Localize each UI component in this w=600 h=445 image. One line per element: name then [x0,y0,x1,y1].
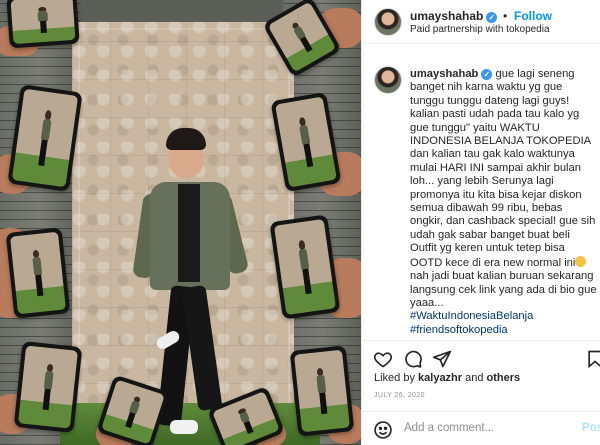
post-date[interactable]: JULY 26, 2020 [374,392,425,399]
post-side-panel: umayshahab ✓ • Follow Paid partnership wi… [361,0,600,445]
comment-input[interactable]: Add a comment... [404,422,494,434]
caption-verified-badge-icon: ✓ [481,69,493,80]
likes-and: and [462,372,487,384]
phone-in-hand-9 [206,385,286,445]
caption-text: umayshahab ✓ gue lagi seneng banget nih k… [410,68,598,337]
phone-in-hand-1 [0,0,84,58]
post-image[interactable] [0,0,361,445]
phone-in-hand-7 [0,340,83,435]
author-avatar[interactable] [374,8,402,36]
phone-in-hand-10 [286,344,361,445]
phone-in-hand-6 [269,214,361,324]
phone-in-hand-2 [262,0,361,78]
emoji-smile-icon[interactable] [372,420,394,440]
comment-bar: Add a comment... Post [362,411,600,445]
phone-in-hand-5 [0,224,72,324]
author-username-link[interactable]: umayshahab ✓ [410,9,498,23]
caption-username[interactable]: umayshahab [410,68,478,80]
phone-in-hand-3 [0,84,83,194]
likes-prefix: Liked by [374,372,419,384]
hashtag-link-1[interactable]: #WaktuIndonesiaBelanja [410,310,598,323]
phone-in-hand-4 [270,91,361,202]
post-comment-button[interactable]: Post [582,422,600,434]
save-bookmark-icon[interactable] [584,349,600,369]
follow-button[interactable]: Follow [514,9,552,23]
phone-in-hand-8 [96,374,170,445]
verified-badge-icon: ✓ [486,12,498,23]
liked-by-others-link[interactable]: others [487,372,521,384]
post-header: umayshahab ✓ • Follow Paid partnership wi… [362,0,600,44]
comment-icon[interactable] [402,349,424,369]
author-username[interactable]: umayshahab [410,9,483,23]
separator-dot: • [503,9,508,23]
hashtag-link-2[interactable]: #friendsoftokopedia [410,324,598,337]
likes-summary: Liked by kalyazhr and others [374,372,520,384]
share-icon[interactable] [431,349,453,369]
heart-icon[interactable] [372,349,394,369]
action-bar [362,340,600,374]
caption-author-avatar[interactable] [374,66,402,94]
paid-partnership-label[interactable]: Paid partnership with tokopedia [410,24,550,35]
caption-section: umayshahab ✓ gue lagi seneng banget nih k… [362,56,600,336]
grinning-emoji-icon [575,255,587,267]
caption-username-link[interactable]: umayshahab ✓ [410,68,493,80]
caption-body-2: nah jadi buat kalian buruan sekarang lan… [410,270,597,309]
caption-body-1: gue lagi seneng banget nih karna waktu y… [410,68,596,269]
liked-by-user-link[interactable]: kalyazhr [418,372,462,384]
